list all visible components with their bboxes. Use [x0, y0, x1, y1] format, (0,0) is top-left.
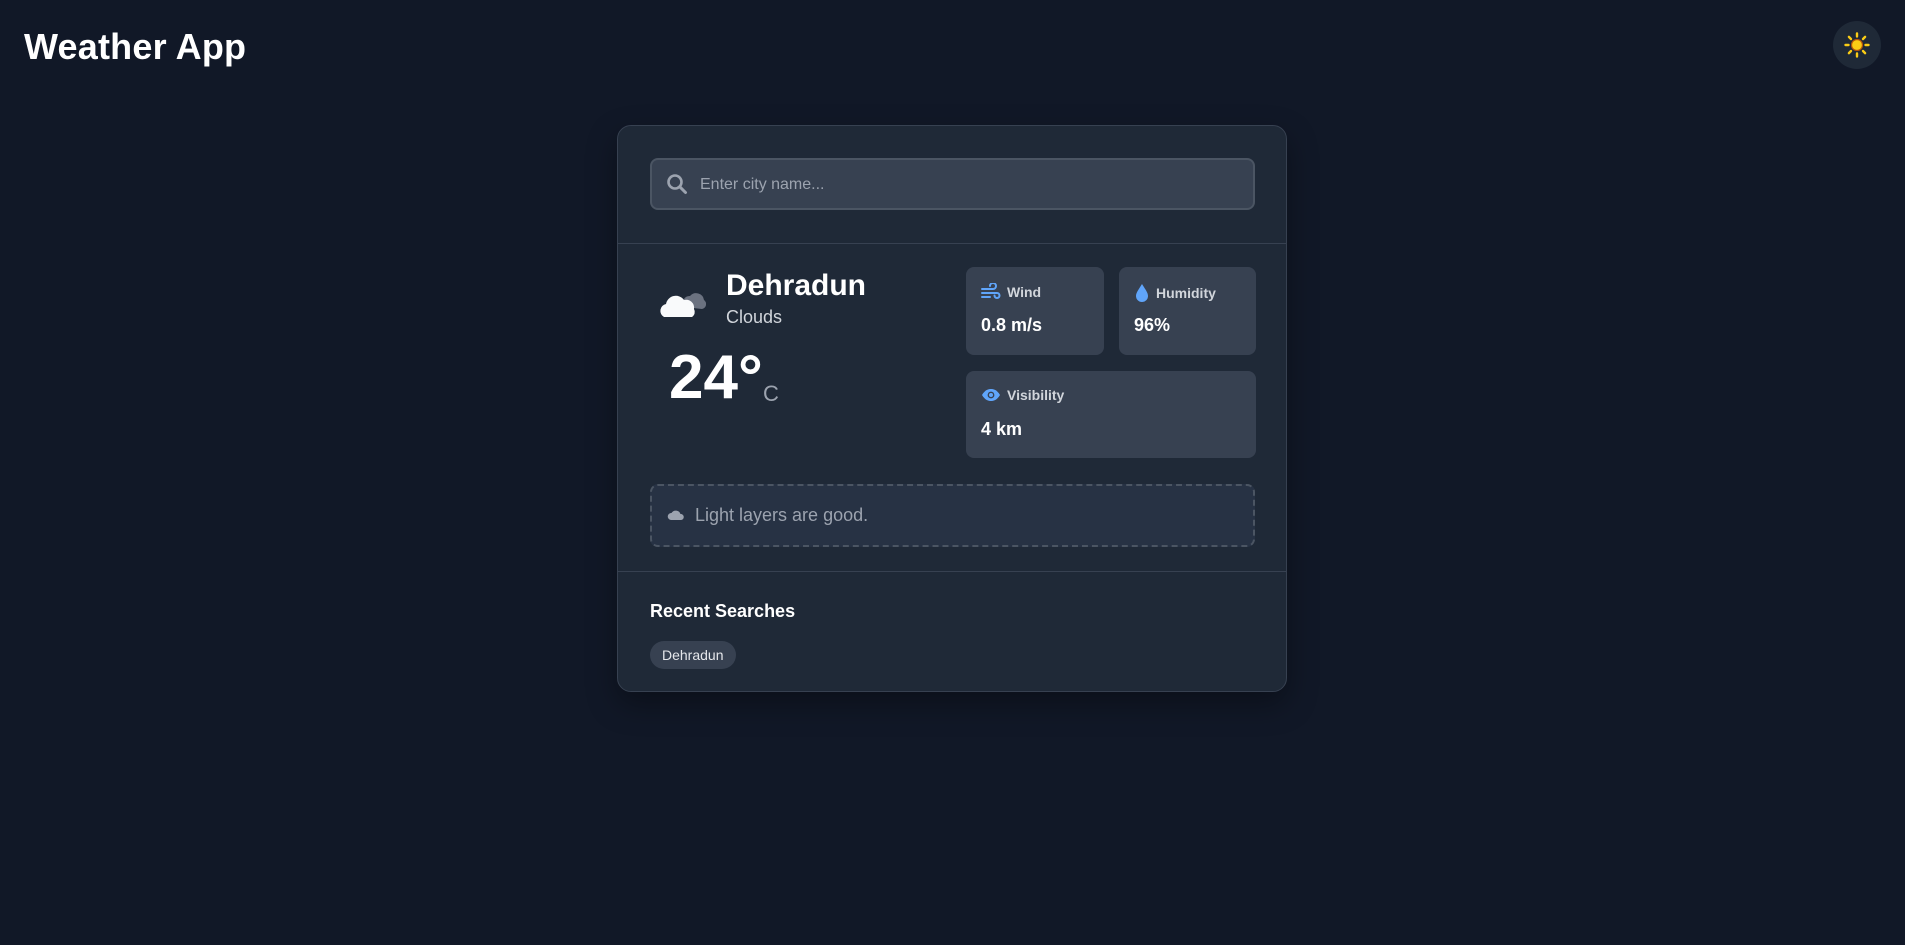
wind-stat-card: Wind 0.8 m/s [966, 267, 1104, 355]
city-name: Dehradun [726, 269, 867, 302]
app-title: Weather App [24, 26, 247, 67]
visibility-stat-card: Visibility 4 km [966, 371, 1256, 458]
app-header: Weather App [0, 0, 1905, 96]
recent-searches-section: Recent Searches Dehradun [618, 571, 1286, 692]
wind-label-row: Wind [981, 283, 1041, 301]
humidity-label-row: Humidity [1134, 283, 1216, 303]
humidity-value: 96% [1134, 315, 1171, 335]
tip-text: Light layers are good. [695, 505, 869, 525]
search-input[interactable] [698, 160, 1252, 210]
temperature-unit: C [763, 381, 779, 406]
clouds-icon [660, 293, 706, 317]
sun-icon [1844, 32, 1870, 58]
humidity-stat-card: Humidity 96% [1119, 267, 1256, 355]
visibility-value: 4 km [981, 419, 1023, 439]
visibility-label-row: Visibility [981, 387, 1064, 403]
theme-toggle-button[interactable] [1833, 21, 1881, 69]
eye-icon [982, 389, 1000, 401]
clothing-tip: Light layers are good. [650, 484, 1255, 547]
wind-label: Wind [1007, 284, 1042, 300]
visibility-label: Visibility [1007, 387, 1065, 403]
search-box[interactable] [650, 158, 1255, 210]
search-section [618, 126, 1286, 244]
recent-searches-heading: Recent Searches [650, 601, 796, 621]
droplet-icon [1136, 284, 1148, 302]
wind-value: 0.8 m/s [981, 315, 1043, 335]
weather-card: Dehradun Clouds 24° C Wind 0.8 m/s Humid… [617, 125, 1287, 692]
temperature-value: 24° [669, 343, 763, 412]
humidity-label: Humidity [1156, 285, 1216, 301]
recent-search-chip[interactable]: Dehradun [650, 641, 736, 669]
cloud-icon [667, 510, 684, 520]
weather-condition: Clouds [726, 307, 783, 327]
wind-icon [981, 283, 1001, 299]
search-icon [667, 174, 687, 194]
